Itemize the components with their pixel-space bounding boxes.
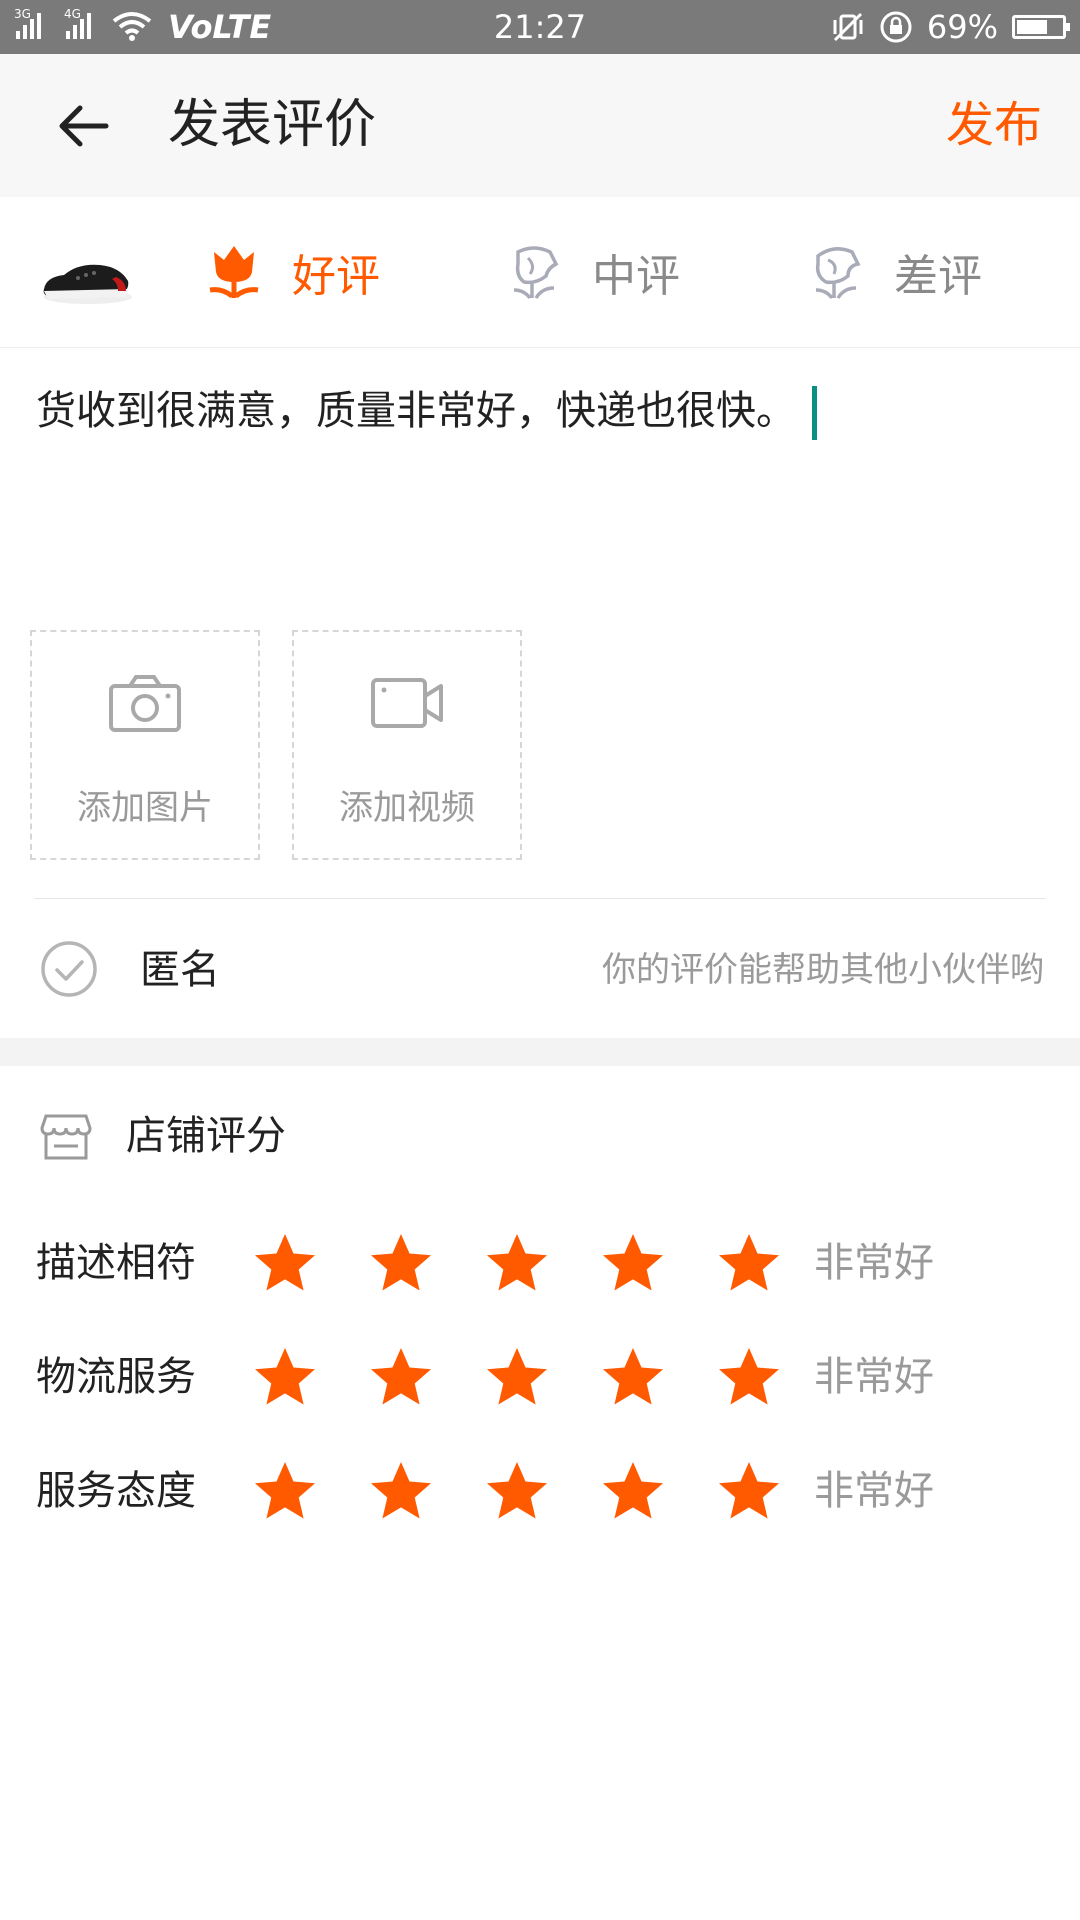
video-camera-icon bbox=[371, 678, 443, 728]
star-icon[interactable] bbox=[600, 1345, 666, 1409]
publish-button[interactable]: 发布 bbox=[946, 54, 1042, 197]
star-icon[interactable] bbox=[484, 1459, 550, 1523]
rating-good-option[interactable]: 好评 bbox=[206, 197, 380, 347]
camera-icon bbox=[109, 675, 181, 732]
vibrate-off-icon bbox=[833, 12, 863, 42]
sad-flower-icon bbox=[815, 247, 861, 300]
back-arrow-icon bbox=[59, 105, 109, 147]
star-icon[interactable] bbox=[716, 1459, 782, 1523]
battery-icon bbox=[1012, 15, 1070, 39]
neutral-flower-icon bbox=[513, 246, 559, 300]
check-circle-icon bbox=[41, 941, 97, 997]
score-text: 非常好 bbox=[814, 1354, 934, 1400]
score-row-logistics: 物流服务 非常好 bbox=[0, 1322, 1080, 1432]
add-video-label: 添加视频 bbox=[339, 788, 475, 828]
star-rating[interactable] bbox=[252, 1208, 782, 1318]
star-icon[interactable] bbox=[252, 1231, 318, 1295]
product-thumbnail bbox=[38, 247, 134, 307]
review-text-input[interactable]: 货收到很满意，质量非常好，快递也很快。 bbox=[36, 378, 817, 440]
battery-percent: 69% bbox=[926, 8, 998, 46]
rating-bad-label: 差评 bbox=[894, 251, 982, 302]
star-icon[interactable] bbox=[368, 1231, 434, 1295]
star-icon[interactable] bbox=[368, 1345, 434, 1409]
rating-type-row: 好评 中评 差评 bbox=[0, 197, 1080, 348]
add-photo-label: 添加图片 bbox=[77, 788, 213, 828]
rotation-lock-icon bbox=[880, 11, 912, 43]
back-button[interactable] bbox=[52, 94, 116, 158]
anonymous-hint: 你的评价能帮助其他小伙伴哟 bbox=[602, 950, 1044, 990]
shop-rating-title: 店铺评分 bbox=[126, 1113, 286, 1159]
add-video-button[interactable]: 添加视频 bbox=[292, 630, 522, 860]
star-rating[interactable] bbox=[252, 1322, 782, 1432]
page-title: 发表评价 bbox=[168, 95, 377, 155]
rating-neutral-label: 中评 bbox=[592, 251, 680, 302]
star-icon[interactable] bbox=[716, 1231, 782, 1295]
star-icon[interactable] bbox=[484, 1345, 550, 1409]
score-text: 非常好 bbox=[814, 1240, 934, 1286]
star-icon[interactable] bbox=[252, 1345, 318, 1409]
star-icon[interactable] bbox=[600, 1459, 666, 1523]
battery-fill bbox=[1017, 20, 1048, 34]
rating-bad-option[interactable]: 差评 bbox=[808, 197, 982, 347]
star-rating[interactable] bbox=[252, 1436, 782, 1546]
score-row-service: 服务态度 非常好 bbox=[0, 1436, 1080, 1546]
score-label: 物流服务 bbox=[36, 1354, 196, 1400]
rating-good-label: 好评 bbox=[292, 251, 380, 302]
text-cursor bbox=[812, 386, 817, 440]
section-separator bbox=[0, 1038, 1080, 1066]
score-label: 描述相符 bbox=[36, 1240, 196, 1286]
add-photo-button[interactable]: 添加图片 bbox=[30, 630, 260, 860]
anonymous-checkbox[interactable] bbox=[40, 940, 98, 998]
star-icon[interactable] bbox=[600, 1231, 666, 1295]
status-right: 69% bbox=[831, 0, 1070, 54]
review-text: 货收到很满意，质量非常好，快递也很快。 bbox=[36, 388, 796, 434]
anonymous-row: 匿名 你的评价能帮助其他小伙伴哟 bbox=[0, 900, 1080, 1040]
score-label: 服务态度 bbox=[36, 1468, 196, 1514]
status-bar: 3G 4G VoLTE 21:27 69% bbox=[0, 0, 1080, 54]
rating-neutral-option[interactable]: 中评 bbox=[506, 197, 680, 347]
store-icon bbox=[40, 1112, 92, 1162]
divider bbox=[34, 898, 1046, 899]
top-bar: 发表评价 发布 bbox=[0, 54, 1080, 197]
score-text: 非常好 bbox=[814, 1468, 934, 1514]
anonymous-label: 匿名 bbox=[140, 947, 220, 993]
score-row-description: 描述相符 非常好 bbox=[0, 1208, 1080, 1318]
star-icon[interactable] bbox=[484, 1231, 550, 1295]
shop-rating-header: 店铺评分 bbox=[0, 1066, 1080, 1206]
flower-icon bbox=[209, 246, 259, 299]
star-icon[interactable] bbox=[252, 1459, 318, 1523]
star-icon[interactable] bbox=[368, 1459, 434, 1523]
star-icon[interactable] bbox=[716, 1345, 782, 1409]
shoe-image bbox=[43, 264, 132, 304]
